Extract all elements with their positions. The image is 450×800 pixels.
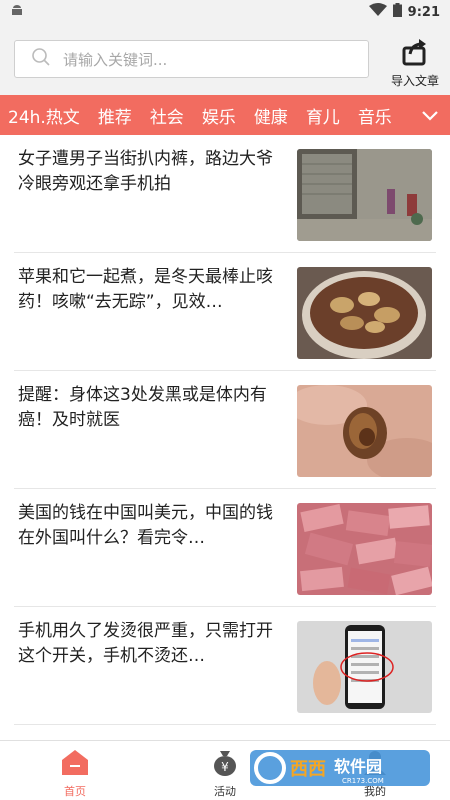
article-thumbnail <box>297 621 432 713</box>
search-placeholder: 请输入关键词... <box>63 50 168 69</box>
article-item[interactable]: 女子遭男子当街扒内裤，路边大爷冷眼旁观还拿手机拍 <box>14 135 436 253</box>
article-title: 手机用久了发烫很严重，只需打开这个开关，手机不烫还… <box>18 621 273 666</box>
nav-home[interactable]: 首页 <box>40 747 110 799</box>
wifi-icon <box>368 3 387 21</box>
watermark-text: 软件园 <box>334 757 382 776</box>
import-label: 导入文章 <box>390 74 439 88</box>
search-icon <box>31 47 51 71</box>
watermark-logo: 西西 软件园 CR173.COM <box>250 744 430 792</box>
article-title: 苹果和它一起煮，是冬天最棒止咳药！咳嗽“去无踪”，见效… <box>18 267 273 312</box>
article-thumbnail <box>297 503 432 595</box>
watermark-domain: CR173.COM <box>342 777 384 785</box>
battery-icon <box>392 3 402 21</box>
article-item[interactable]: 苹果和它一起煮，是冬天最棒止咳药！咳嗽“去无踪”，见效… <box>14 253 436 371</box>
header: 请输入关键词... 导入文章 <box>0 24 450 95</box>
tab-parenting[interactable]: 育儿 <box>297 103 340 128</box>
article-title: 提醒：身体这3处发黑或是体内有癌！及时就医 <box>18 385 267 430</box>
tab-music[interactable]: 音乐 <box>349 103 392 128</box>
import-article-button[interactable]: 导入文章 <box>384 38 446 88</box>
tab-society[interactable]: 社会 <box>141 103 184 128</box>
article-item[interactable]: 提醒：身体这3处发黑或是体内有癌！及时就医 <box>14 371 436 489</box>
article-feed: 女子遭男子当街扒内裤，路边大爷冷眼旁观还拿手机拍 苹果和它一起煮，是冬天最棒止咳… <box>0 135 450 725</box>
tab-health[interactable]: 健康 <box>245 103 288 128</box>
article-title: 女子遭男子当街扒内裤，路边大爷冷眼旁观还拿手机拍 <box>18 149 273 194</box>
import-icon <box>400 38 430 70</box>
nav-home-label: 首页 <box>64 785 86 798</box>
category-tabbar: 24h.热文 推荐 社会 娱乐 健康 育儿 音乐 <box>0 95 450 135</box>
watermark-brand: 西西 <box>290 759 326 780</box>
tab-entertainment[interactable]: 娱乐 <box>193 103 236 128</box>
status-time: 9:21 <box>407 4 440 20</box>
search-input[interactable]: 请输入关键词... <box>14 40 369 78</box>
article-thumbnail <box>297 385 432 477</box>
article-item[interactable]: 美国的钱在中国叫美元，中国的钱在外国叫什么？看完令… <box>14 489 436 607</box>
article-thumbnail <box>297 267 432 359</box>
money-bag-icon: ¥ <box>210 747 240 781</box>
tab-24h-hot[interactable]: 24h.热文 <box>0 103 80 128</box>
status-bar: 9:21 <box>0 0 450 24</box>
article-title: 美国的钱在中国叫美元，中国的钱在外国叫什么？看完令… <box>18 503 273 548</box>
android-icon <box>10 4 24 20</box>
article-item[interactable]: 手机用久了发烫很严重，只需打开这个开关，手机不烫还… <box>14 607 436 725</box>
article-thumbnail <box>297 149 432 241</box>
svg-text:¥: ¥ <box>221 760 229 774</box>
chevron-down-icon[interactable] <box>420 105 440 125</box>
home-icon <box>60 747 90 781</box>
nav-activity-label: 活动 <box>214 785 236 798</box>
tab-recommend[interactable]: 推荐 <box>89 103 132 128</box>
